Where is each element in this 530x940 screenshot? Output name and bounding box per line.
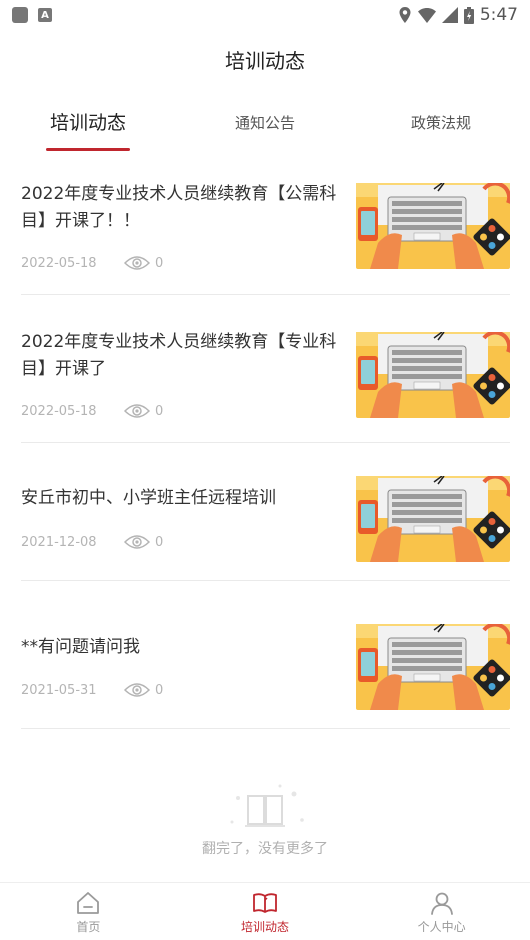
eye-icon (124, 535, 150, 549)
nav-label: 个人中心 (417, 920, 466, 934)
open-book-icon (253, 893, 277, 913)
nav-training-news[interactable]: 培训动态 (177, 883, 354, 940)
news-date: 2022-05-18 (21, 403, 97, 419)
notification-a-icon: A (38, 8, 52, 22)
laptop-keyboard-illustration (356, 181, 512, 269)
tab-notices[interactable]: 通知公告 (226, 100, 304, 152)
news-title: 安丘市初中、小学班主任远程培训 (21, 488, 276, 508)
laptop-keyboard-illustration (356, 622, 512, 710)
wifi-icon (417, 7, 436, 23)
status-time: 5:47 (479, 5, 518, 25)
active-tab-indicator (46, 148, 130, 151)
no-more-text: 翻完了，没有更多了 (202, 841, 328, 857)
user-icon (430, 892, 453, 915)
news-meta: 2022-05-18 0 (21, 255, 163, 271)
nav-home[interactable]: 首页 (0, 883, 177, 940)
laptop-keyboard-illustration (356, 330, 512, 418)
tab-label: 培训动态 (49, 112, 126, 134)
eye-icon (124, 683, 150, 697)
tab-training-news[interactable]: 培训动态 (46, 100, 130, 152)
nav-label: 培训动态 (241, 920, 290, 934)
tab-bar: 培训动态 通知公告 政策法规 (0, 100, 530, 152)
list-end-indicator: 翻完了，没有更多了 (0, 782, 530, 858)
home-icon (77, 892, 100, 914)
tab-label: 通知公告 (234, 114, 295, 132)
news-thumbnail (356, 474, 512, 562)
empty-book-icon (230, 784, 304, 827)
news-thumbnail (356, 330, 512, 418)
news-date: 2021-12-08 (21, 534, 97, 550)
tab-policies[interactable]: 政策法规 (402, 100, 480, 152)
view-count: 0 (155, 682, 164, 698)
news-meta: 2021-05-31 0 (21, 682, 163, 698)
eye-icon (124, 404, 150, 418)
news-title: 2022年度专业技术人员继续教育【专业科目】开课了 (21, 332, 337, 379)
news-thumbnail (356, 622, 512, 710)
news-date: 2021-05-31 (21, 682, 97, 698)
news-item[interactable]: 2022年度专业技术人员继续教育【公需科目】开课了！！ 2022-05-18 0 (21, 160, 512, 295)
nav-label: 首页 (76, 920, 101, 934)
status-bar: A 5:47 (0, 0, 530, 30)
app-header: 培训动态 (0, 30, 530, 88)
news-date: 2022-05-18 (21, 255, 97, 271)
news-meta: 2022-05-18 0 (21, 403, 163, 419)
view-count: 0 (155, 403, 164, 419)
news-thumbnail (356, 181, 512, 269)
bottom-nav: 首页 培训动态 个人中心 (0, 882, 530, 940)
view-count: 0 (155, 534, 164, 550)
view-count: 0 (155, 255, 164, 271)
nav-profile[interactable]: 个人中心 (353, 883, 530, 940)
news-item[interactable]: **有问题请问我 2021-05-31 0 (21, 581, 512, 729)
page-title: 培训动态 (225, 48, 305, 73)
news-list: 2022年度专业技术人员继续教育【公需科目】开课了！！ 2022-05-18 0 (21, 160, 512, 729)
signal-icon (441, 7, 458, 23)
news-item[interactable]: 2022年度专业技术人员继续教育【专业科目】开课了 2022-05-18 0 (21, 295, 512, 443)
news-title: 2022年度专业技术人员继续教育【公需科目】开课了！！ (21, 184, 337, 231)
laptop-keyboard-illustration (356, 474, 512, 562)
notification-square-icon (12, 7, 28, 23)
news-meta: 2021-12-08 0 (21, 534, 163, 550)
eye-icon (124, 256, 150, 270)
location-icon (399, 7, 411, 23)
news-item[interactable]: 安丘市初中、小学班主任远程培训 2021-12-08 0 (21, 443, 512, 581)
news-title: **有问题请问我 (21, 637, 140, 657)
battery-icon (463, 6, 474, 24)
tab-label: 政策法规 (410, 114, 471, 132)
